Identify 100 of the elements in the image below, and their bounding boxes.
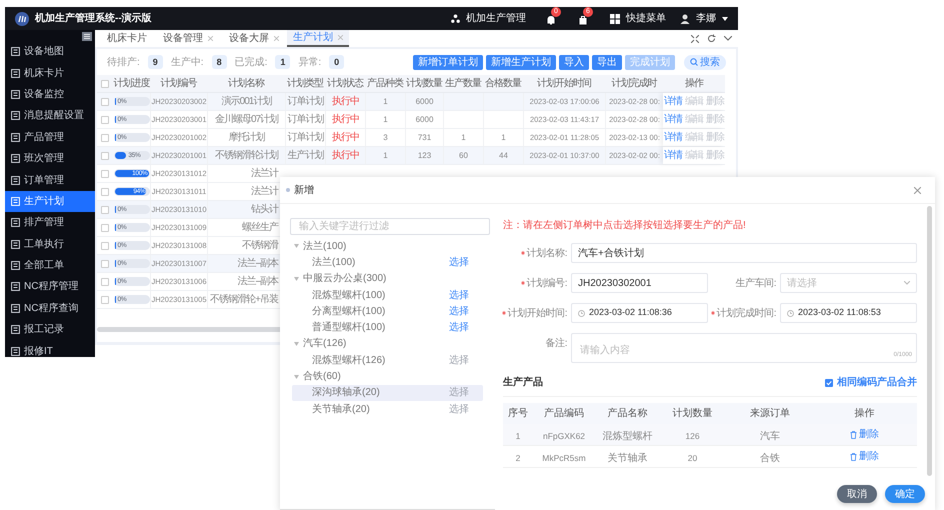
column-header: 计划开始时间 (536, 76, 592, 91)
table-cell-text: 订单计划 (288, 130, 324, 145)
table-cell-text: 订单计划 (288, 94, 324, 109)
tree-item[interactable]: 混炼型螺杆(100) 选择 (292, 286, 483, 304)
tab[interactable]: 设备大屏 (221, 30, 287, 47)
chevron-down-icon[interactable] (724, 36, 732, 41)
checkbox[interactable] (101, 260, 109, 268)
toolbar-button[interactable]: 导出 (592, 54, 622, 70)
checkbox[interactable] (101, 116, 109, 124)
sidebar-item[interactable]: 排产管理 (5, 212, 95, 234)
checkbox[interactable] (101, 134, 109, 142)
action-link[interactable]: 详情 (664, 148, 682, 163)
confirm-button[interactable]: 确定 (885, 485, 925, 503)
sidebar-item[interactable]: 报工记录 (5, 319, 95, 340)
sidebar-item[interactable]: 工单执行 (5, 234, 95, 255)
select-link[interactable]: 选择 (449, 288, 469, 303)
column-header: 计划完成时 (610, 76, 658, 91)
tab[interactable]: 生产计划 (287, 30, 349, 47)
refresh-icon[interactable] (707, 34, 716, 43)
delete-link[interactable]: 删除 (850, 449, 879, 464)
merge-checkbox[interactable]: 相同编码产品合并 (825, 375, 917, 390)
column-header: 计划类型 (286, 76, 324, 91)
quick-menu-link[interactable]: 快捷菜单 (626, 11, 666, 26)
checkbox[interactable] (101, 170, 109, 178)
notification-button[interactable] (546, 14, 556, 24)
table-cell: 126 (685, 430, 700, 440)
checkbox[interactable] (101, 278, 109, 286)
sidebar-item[interactable]: 设备地图 (5, 41, 95, 62)
tree-item[interactable]: 汽车(126) (303, 336, 346, 352)
close-icon[interactable] (338, 35, 343, 40)
checkbox[interactable] (101, 296, 109, 304)
sidebar-item[interactable]: NC程序查询 (5, 298, 95, 320)
sidebar-item[interactable]: 机床卡片 (5, 62, 95, 84)
table-cell-text: 执行中 (332, 148, 359, 163)
select-link[interactable]: 选择 (449, 304, 469, 319)
sidebar-item[interactable]: 全部工单 (5, 254, 95, 276)
select-link[interactable]: 选择 (449, 254, 469, 270)
toolbar-button[interactable]: 新增订单计划 (413, 54, 483, 70)
table-cell: 合铁 (760, 452, 780, 464)
column-header: 计划进度 (113, 76, 150, 91)
column-header: 计划名称 (227, 76, 266, 91)
tree-item[interactable]: 中服云办公桌(300) (303, 271, 386, 286)
date-field[interactable]: 2023-03-02 11:08:53 (780, 303, 917, 323)
tab[interactable]: 机床卡片 (99, 30, 155, 47)
sidebar-item[interactable]: NC程序管理 (5, 276, 95, 298)
select-link[interactable]: 选择 (449, 320, 469, 336)
tree-item[interactable]: 普通型螺杆(100) 选择 (292, 319, 483, 336)
dialog-title: 新增 (294, 184, 314, 198)
sidebar-item[interactable]: 订单管理 (5, 169, 95, 191)
notification-button[interactable] (578, 14, 588, 24)
toolbar-button[interactable]: 导入 (559, 54, 589, 70)
cancel-button[interactable]: 取消 (837, 485, 877, 503)
table-cell: 混炼型螺杆 (602, 430, 652, 442)
delete-link[interactable]: 删除 (850, 427, 879, 442)
filter-field[interactable]: 输入关键字进行过滤 (290, 218, 490, 235)
tree-item[interactable]: 法兰(100) 选择 (292, 254, 483, 271)
column-header: 操作 (854, 407, 876, 421)
action-link[interactable]: 详情 (664, 130, 682, 145)
text-field[interactable]: 汽车+合铁计划 (571, 243, 917, 263)
sidebar-item[interactable]: 生产计划 (5, 190, 95, 212)
checkbox[interactable] (101, 206, 109, 214)
column-header: 计划编号 (160, 76, 198, 91)
checkbox[interactable] (101, 188, 109, 196)
clock-icon (787, 310, 794, 316)
text-field[interactable]: JH20230302001 (571, 273, 708, 293)
close-icon[interactable] (208, 36, 213, 41)
tab[interactable]: 设备管理 (155, 30, 221, 47)
sidebar-item[interactable]: 产品管理 (5, 126, 95, 148)
sidebar-item[interactable]: 设备监控 (5, 84, 95, 106)
fullscreen-icon[interactable] (691, 34, 699, 42)
sidebar-item[interactable]: 班次管理 (5, 148, 95, 170)
action-link[interactable]: 详情 (664, 94, 682, 109)
square-icon (11, 132, 20, 142)
trash-icon (850, 452, 857, 460)
bell-icon (546, 14, 556, 24)
checkbox[interactable] (101, 224, 109, 232)
tree-item[interactable]: 分离型螺杆(100) 选择 (292, 303, 483, 320)
checkbox[interactable] (101, 242, 109, 250)
search-button[interactable]: 搜索 (684, 54, 726, 70)
checkbox[interactable] (101, 98, 109, 106)
table-cell: 汽车 (760, 430, 780, 442)
close-icon[interactable] (914, 186, 921, 194)
caret-icon[interactable] (294, 374, 299, 379)
checkbox[interactable] (101, 152, 109, 160)
table-cell: 1 (501, 132, 506, 144)
caret-icon[interactable] (294, 276, 299, 281)
sidebar-item[interactable]: 消息提醒设置 (5, 105, 95, 127)
field-label: 计划编号: (526, 276, 567, 290)
date-field[interactable]: 2023-03-02 11:08:36 (571, 303, 708, 323)
caret-icon[interactable] (294, 244, 299, 248)
menu-icon[interactable] (82, 32, 92, 41)
checkbox[interactable] (101, 80, 109, 88)
action-link[interactable]: 详情 (664, 112, 682, 127)
toolbar-button[interactable]: 新增生产计划 (486, 54, 556, 70)
tree-item[interactable]: 合铁(60) (303, 369, 341, 384)
user-name[interactable]: 李娜 (696, 11, 716, 26)
close-icon[interactable] (274, 36, 279, 41)
sidebar-item[interactable]: 报修IT (5, 340, 95, 362)
column-header: 操作 (684, 77, 704, 91)
tree-item[interactable]: 法兰(100) (303, 238, 346, 254)
